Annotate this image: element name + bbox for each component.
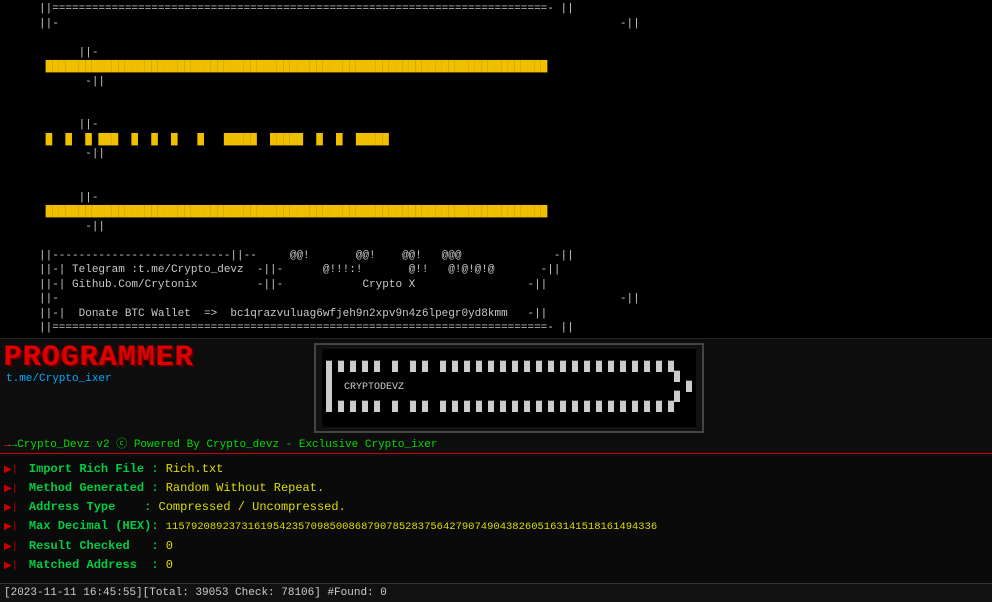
- banner-telegram: ||-| Telegram :t.me/Crypto_devz -||- @!!…: [6, 263, 986, 278]
- banner-github: ||-| Github.Com/Crytonix -||- Crypto X -…: [6, 278, 986, 293]
- logo-row: PROGRAMMER t.me/Crypto_ixer █ █ █ █ █ █ …: [0, 339, 992, 433]
- cryptodevz-pixel-art: █ █ █ █ █ █ █ █ █ █ █ █ █ █ █ █ █ █ █ █ …: [322, 349, 696, 427]
- play-icon-6: ▶|: [4, 559, 18, 575]
- label-result: Result Checked :: [22, 537, 166, 556]
- status-text: [2023-11-11 16:45:55][Total: 39053 Check…: [4, 587, 387, 599]
- info-line-2: ▶| Method Generated : Random Without Rep…: [4, 479, 988, 498]
- play-icon-3: ▶|: [4, 501, 18, 517]
- ascii-banner: ||======================================…: [0, 0, 992, 339]
- play-icon-1: ▶|: [4, 463, 18, 479]
- info-line-3: ▶| Address Type : Compressed / Uncompres…: [4, 498, 988, 517]
- label-import: Import Rich File :: [22, 460, 166, 479]
- banner-yellow-logo2: ||- █ █ █ ███ █ █ █ █ █████ █████ █ █ ██…: [6, 104, 986, 177]
- cryptodevz-logo-box: █ █ █ █ █ █ █ █ █ █ █ █ █ █ █ █ █ █ █ █ …: [314, 343, 704, 433]
- info-section: ▶| Import Rich File : Rich.txt ▶| Method…: [0, 456, 992, 579]
- logo-left: PROGRAMMER t.me/Crypto_ixer: [4, 343, 314, 385]
- value-import: Rich.txt: [166, 460, 224, 479]
- banner-line-sep: ||---------------------------||-- @@! @@…: [6, 249, 986, 264]
- info-line-4: ▶| Max Decimal (HEX): 115792089237316195…: [4, 517, 988, 536]
- programmer-logo: PROGRAMMER: [4, 343, 194, 373]
- info-line-1: ▶| Import Rich File : Rich.txt: [4, 460, 988, 479]
- version-text: →Crypto_Devz v2 ⓒ Powered By Crypto_devz…: [11, 439, 438, 451]
- play-icon-2: ▶|: [4, 482, 18, 498]
- telegram-link: t.me/Crypto_ixer: [6, 373, 112, 385]
- value-method: Random Without Repeat.: [166, 479, 324, 498]
- status-bar: [2023-11-11 16:45:55][Total: 39053 Check…: [0, 583, 992, 602]
- main-container: ||======================================…: [0, 0, 992, 502]
- play-icon-4: ▶|: [4, 520, 18, 536]
- play-icon-5: ▶|: [4, 540, 18, 556]
- label-method: Method Generated :: [22, 479, 166, 498]
- banner-line-2: ||- -||: [6, 17, 986, 32]
- value-maxdec: 1157920892373161954235709850086879078528…: [166, 519, 657, 536]
- label-matched: Matched Address :: [22, 556, 166, 575]
- banner-yellow-logo3: ||- ████████████████████████████████████…: [6, 176, 986, 249]
- banner-line-empty: ||- -||: [6, 292, 986, 307]
- value-matched: 0: [166, 556, 173, 575]
- version-line: →→Crypto_Devz v2 ⓒ Powered By Crypto_dev…: [0, 433, 992, 454]
- value-address: Compressed / Uncompressed.: [159, 498, 346, 517]
- value-result: 0: [166, 537, 173, 556]
- info-line-5: ▶| Result Checked : 0: [4, 537, 988, 556]
- label-maxdec: Max Decimal (HEX):: [22, 517, 166, 536]
- banner-line-end: ||======================================…: [6, 321, 986, 336]
- banner-btc: ||-| Donate BTC Wallet => bc1qrazvuluag6…: [6, 307, 986, 322]
- info-line-6: ▶| Matched Address : 0: [4, 556, 988, 575]
- label-address: Address Type :: [22, 498, 159, 517]
- version-arrow: →: [4, 439, 11, 451]
- banner-yellow-logo: ||- ████████████████████████████████████…: [6, 31, 986, 104]
- banner-line-1: ||======================================…: [6, 2, 986, 17]
